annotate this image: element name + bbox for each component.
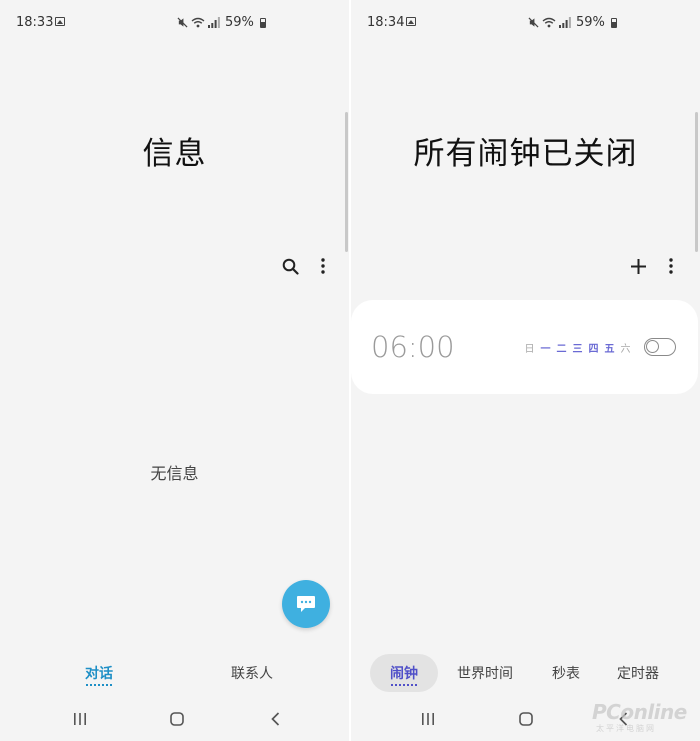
status-bar: 18:34 59%: [351, 0, 700, 44]
alarm-toggle[interactable]: [644, 338, 676, 356]
messages-screen: 18:33 59% 信息 无信息 对话 联系人: [0, 0, 349, 741]
mute-icon: [528, 17, 539, 28]
search-button[interactable]: [278, 254, 302, 278]
plus-icon: [630, 258, 646, 274]
recent-apps-button[interactable]: [68, 708, 92, 730]
signal-icon: [208, 17, 220, 28]
home-button[interactable]: [514, 708, 538, 730]
more-options-button[interactable]: [311, 254, 335, 278]
back-button[interactable]: [263, 708, 287, 730]
add-alarm-button[interactable]: [626, 254, 650, 278]
bottom-tabs: 闹钟 世界时间 秒表 定时器: [351, 654, 700, 692]
tab-active-indicator: [391, 684, 417, 686]
tab-label: 联系人: [231, 666, 273, 682]
alarm-day-tue: 二: [556, 344, 567, 355]
tab-timer[interactable]: 定时器: [609, 654, 667, 692]
search-icon: [282, 258, 299, 275]
wifi-icon: [191, 17, 205, 28]
alarm-day-mon: 一: [540, 344, 551, 355]
tab-label: 定时器: [617, 666, 659, 682]
recent-apps-icon: [422, 713, 434, 725]
tab-label: 世界时间: [457, 666, 513, 682]
recent-apps-button[interactable]: [416, 708, 440, 730]
gallery-notification-icon: [55, 17, 65, 26]
status-icons: 59%: [177, 15, 266, 30]
clock-screen: 18:34 59% 所有闹钟已关闭 06:00 日 一 二 三 四 五 六 闹钟…: [351, 0, 700, 741]
alarm-day-fri: 五: [604, 344, 615, 355]
status-bar: 18:33 59%: [0, 0, 349, 44]
wifi-icon: [542, 17, 556, 28]
tab-conversations[interactable]: 对话: [60, 654, 138, 692]
alarm-day-sat: 六: [620, 344, 631, 355]
home-icon: [170, 712, 184, 726]
alarm-day-thu: 四: [588, 344, 599, 355]
recent-apps-icon: [74, 713, 86, 725]
navigation-bar: [0, 700, 349, 738]
tab-label: 秒表: [552, 666, 580, 682]
tab-label: 对话: [85, 666, 113, 682]
alarm-card[interactable]: 06:00 日 一 二 三 四 五 六: [351, 300, 698, 394]
toggle-knob: [646, 340, 659, 353]
gallery-notification-icon: [406, 17, 416, 26]
status-icons: 59%: [528, 15, 617, 30]
tab-stopwatch[interactable]: 秒表: [541, 654, 591, 692]
more-vertical-icon: [669, 258, 673, 274]
page-title: 信息: [142, 136, 207, 172]
signal-icon: [559, 17, 571, 28]
mute-icon: [177, 17, 188, 28]
alarm-day-sun: 日: [524, 344, 535, 355]
empty-state-text: 无信息: [150, 464, 199, 483]
status-time: 18:34: [367, 15, 405, 30]
page-title: 所有闹钟已关闭: [413, 136, 638, 172]
back-icon: [270, 712, 279, 726]
battery-icon: [610, 17, 617, 28]
compose-message-button[interactable]: [282, 580, 330, 628]
more-options-button[interactable]: [659, 254, 683, 278]
bottom-tabs: 对话 联系人: [0, 654, 349, 692]
alarm-time: 06:00: [371, 330, 455, 364]
tab-contacts[interactable]: 联系人: [212, 654, 292, 692]
alarm-day-wed: 三: [572, 344, 583, 355]
battery-percent: 59%: [225, 15, 254, 30]
tab-active-indicator: [86, 684, 112, 686]
tab-world-clock[interactable]: 世界时间: [450, 654, 520, 692]
alarm-repeat-days: 日 一 二 三 四 五 六: [524, 340, 631, 355]
home-icon: [519, 712, 533, 726]
tab-alarm[interactable]: 闹钟: [370, 654, 438, 692]
watermark-logo: PConline: [592, 700, 687, 724]
home-button[interactable]: [165, 708, 189, 730]
chat-bubble-icon: [297, 596, 315, 612]
watermark-subtitle: 太平洋电脑网: [596, 724, 656, 733]
tab-label: 闹钟: [390, 666, 418, 682]
more-vertical-icon: [321, 258, 325, 274]
status-time: 18:33: [16, 15, 54, 30]
battery-icon: [259, 17, 266, 28]
battery-percent: 59%: [576, 15, 605, 30]
